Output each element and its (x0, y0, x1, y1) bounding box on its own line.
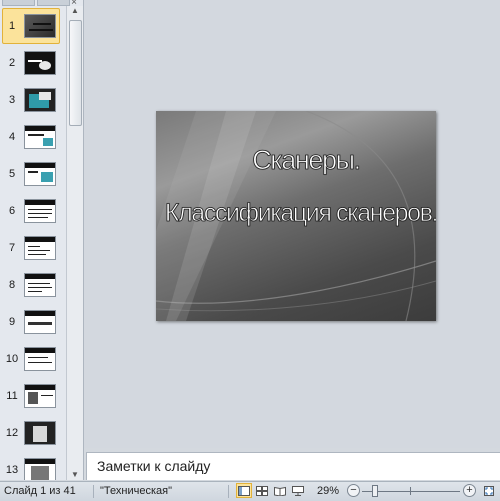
normal-view-button[interactable] (236, 483, 252, 498)
slide-number: 9 (8, 316, 16, 328)
thumbnail-slide-5[interactable]: 5 (0, 160, 68, 190)
slide-number: 6 (8, 205, 16, 217)
scroll-down-arrow-icon[interactable]: ▼ (70, 470, 80, 479)
thumbnail-slide-6[interactable]: 6 (0, 197, 68, 227)
reading-view-icon (274, 486, 286, 496)
thumbnails-scrollbar[interactable]: ▲ ▼ (66, 6, 83, 480)
zoom-out-button[interactable]: − (347, 484, 360, 497)
thumbnail-slide-9[interactable]: 9 (0, 308, 68, 338)
slide-thumbnail-image (24, 236, 56, 260)
slide-show-icon (292, 485, 304, 496)
slide-number: 10 (5, 353, 19, 365)
fit-slide-to-window-icon[interactable] (482, 484, 496, 498)
divider (93, 485, 94, 498)
scroll-up-arrow-icon[interactable]: ▲ (70, 6, 80, 15)
slide-sorter-icon (256, 485, 268, 496)
tab-slides[interactable] (2, 0, 35, 6)
normal-view-icon (238, 485, 250, 496)
thumbnail-slide-2[interactable]: 2 (0, 49, 68, 79)
slide-subtitle[interactable]: Классификация сканеров. (161, 199, 436, 228)
slide-number: 1 (8, 20, 16, 32)
zoom-slider-handle[interactable] (372, 485, 378, 497)
slide-editing-area: Сканеры. Классификация сканеров. (84, 0, 500, 448)
notes-placeholder: Заметки к слайду (97, 458, 211, 474)
slide-thumbnail-image (24, 347, 56, 371)
slides-thumbnail-panel: × 1 2 3 4 5 6 7 8 9 10 11 12 13 ▲ ▼ (0, 0, 84, 480)
zoom-in-button[interactable]: + (463, 484, 476, 497)
theme-name[interactable]: "Техническая" (100, 485, 172, 497)
slide-number: 8 (8, 279, 16, 291)
slide-number: 12 (5, 427, 19, 439)
slide-number: 5 (8, 168, 16, 180)
slide-sorter-view-button[interactable] (254, 483, 270, 498)
thumbnail-slide-1[interactable]: 1 (0, 8, 68, 44)
panel-tabs (0, 0, 70, 6)
slide-number: 2 (8, 57, 16, 69)
slide-thumbnail-image (24, 88, 56, 112)
slide-number: 7 (8, 242, 16, 254)
reading-view-button[interactable] (272, 483, 288, 498)
divider (228, 485, 229, 498)
slide-number: 11 (6, 390, 18, 402)
scrollbar-thumb[interactable] (69, 20, 82, 126)
slide-title[interactable]: Сканеры. (166, 145, 436, 176)
thumbnail-slide-4[interactable]: 4 (0, 123, 68, 153)
slide-number: 13 (5, 464, 19, 476)
slide-thumbnail-image (24, 14, 56, 38)
slide-number: 4 (8, 131, 16, 143)
thumbnail-slide-10[interactable]: 10 (0, 345, 68, 375)
slide-number: 3 (8, 94, 16, 106)
slide-thumbnail-image (24, 384, 56, 408)
thumbnail-slide-13[interactable]: 13 (0, 456, 68, 480)
slide-thumbnail-image (24, 310, 56, 334)
thumbnail-slide-11[interactable]: 11 (0, 382, 68, 412)
slide-thumbnail-image (24, 162, 56, 186)
slide-thumbnail-image (24, 199, 56, 223)
slide-thumbnail-image (24, 458, 56, 480)
zoom-slider-midmark (410, 487, 411, 495)
slide-counter[interactable]: Слайд 1 из 41 (4, 485, 76, 497)
slide-thumbnail-image (24, 125, 56, 149)
zoom-level[interactable]: 29% (317, 485, 339, 497)
status-bar: Слайд 1 из 41 "Техническая" 29% − + (0, 481, 500, 501)
thumbnail-slide-3[interactable]: 3 (0, 86, 68, 116)
thumbnail-slide-8[interactable]: 8 (0, 271, 68, 301)
slide-thumbnail-image (24, 421, 56, 445)
thumbnail-slide-12[interactable]: 12 (0, 419, 68, 449)
current-slide[interactable]: Сканеры. Классификация сканеров. (156, 111, 436, 321)
thumbnail-slide-7[interactable]: 7 (0, 234, 68, 264)
notes-pane[interactable]: Заметки к слайду (86, 452, 500, 480)
slide-show-button[interactable] (290, 483, 306, 498)
slide-thumbnail-image (24, 51, 56, 75)
slide-thumbnail-image (24, 273, 56, 297)
